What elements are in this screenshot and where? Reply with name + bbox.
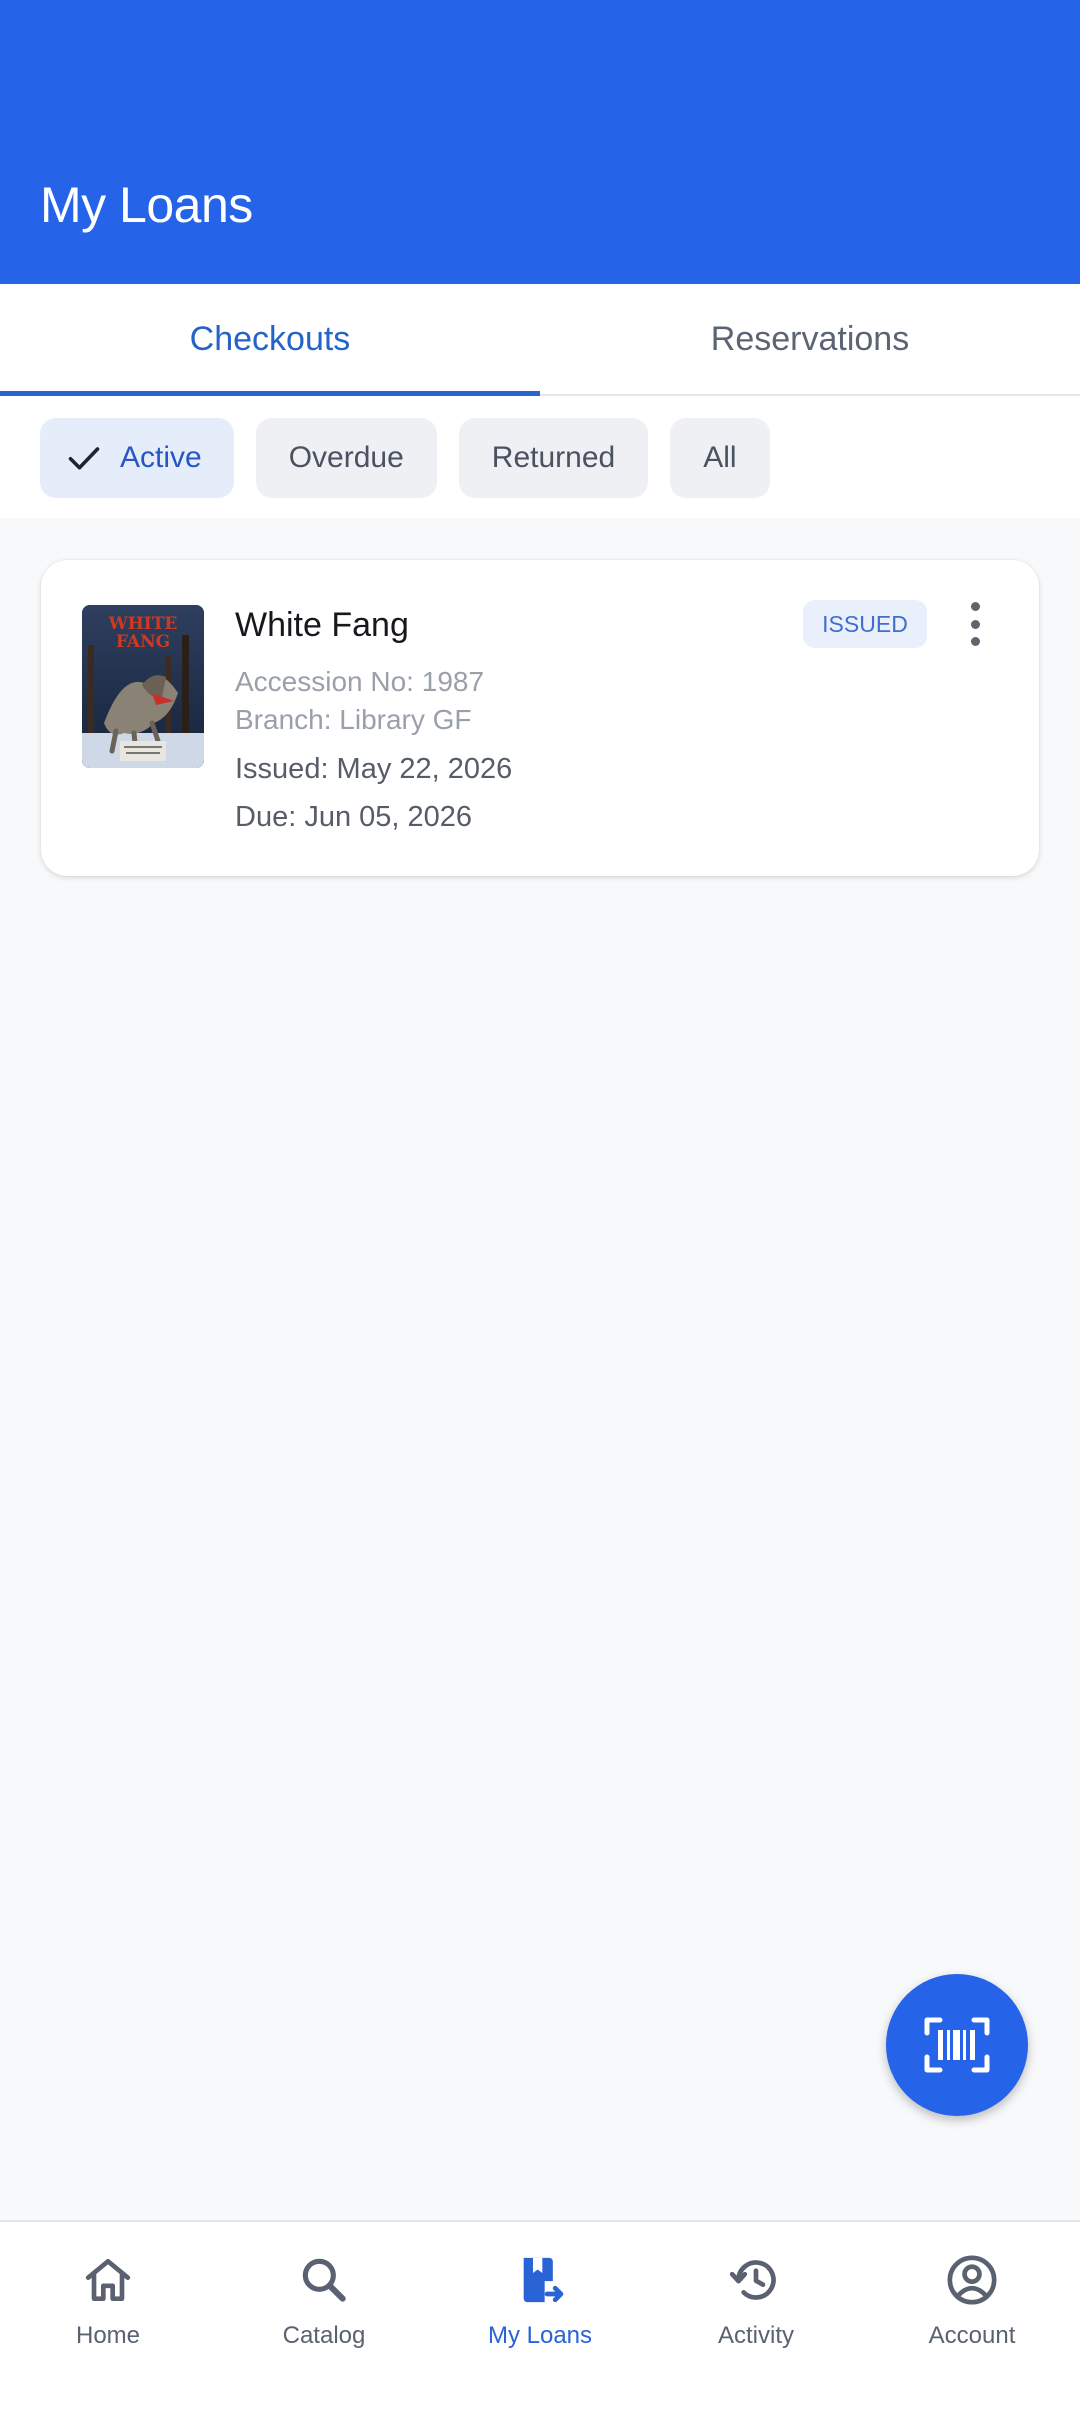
- nav-label: Account: [928, 2322, 1016, 2349]
- home-icon: [85, 2259, 131, 2301]
- app-bar: My Loans: [0, 0, 1080, 284]
- nav-account[interactable]: Account: [864, 2222, 1080, 2414]
- filter-chip-active[interactable]: Active: [40, 418, 234, 498]
- more-dot: [970, 619, 980, 629]
- more-options-icon[interactable]: [963, 602, 987, 646]
- page-title: My Loans: [40, 177, 253, 233]
- filter-chip-label: Overdue: [288, 441, 404, 474]
- due-date: Due: Jun 05, 2026: [235, 801, 473, 833]
- tab-bar: Checkouts Reservations: [0, 284, 1080, 396]
- more-dot: [970, 602, 980, 611]
- more-dot: [970, 637, 980, 646]
- app-screen: My Loans Checkouts Reservations Active O…: [0, 0, 1080, 2414]
- svg-text:FANG: FANG: [116, 632, 170, 652]
- filter-chip-overdue[interactable]: Overdue: [255, 418, 437, 498]
- nav-label: Home: [75, 2322, 141, 2349]
- tab-checkouts[interactable]: Checkouts: [0, 284, 540, 396]
- book-cover-image: WHITE FANG: [82, 605, 204, 768]
- loan-card[interactable]: WHITE FANG White Fang Accession No: 1987…: [41, 560, 1039, 876]
- branch-name: Branch: Library GF: [235, 704, 472, 735]
- svg-text:WHITE: WHITE: [108, 614, 178, 634]
- status-badge: ISSUED: [803, 600, 927, 648]
- book-title: White Fang: [235, 606, 409, 644]
- filter-chips: Active Overdue Returned All: [0, 396, 1080, 518]
- nav-home[interactable]: Home: [0, 2222, 216, 2414]
- nav-label: Activity: [717, 2322, 794, 2349]
- account-circle-icon: [947, 2255, 997, 2305]
- nav-my-loans[interactable]: My Loans: [432, 2222, 648, 2414]
- tab-reservations[interactable]: Reservations: [540, 284, 1080, 394]
- barcode-scan-icon: [924, 2017, 990, 2073]
- nav-catalog[interactable]: Catalog: [216, 2222, 432, 2414]
- filter-chip-all[interactable]: All: [670, 418, 770, 498]
- filter-chip-label: Returned: [491, 441, 616, 474]
- nav-label: My Loans: [487, 2322, 593, 2349]
- nav-label: Catalog: [282, 2322, 366, 2349]
- issued-date: Issued: May 22, 2026: [235, 753, 513, 785]
- filter-chip-label: Active: [120, 441, 202, 474]
- accession-number: Accession No: 1987: [235, 666, 485, 697]
- book-cover: WHITE FANG: [82, 605, 204, 768]
- bottom-navigation: Home Catalog My Loans Activity Account: [0, 2220, 1080, 2414]
- filter-chip-label: All: [703, 441, 737, 474]
- filter-chip-returned[interactable]: Returned: [458, 418, 649, 498]
- book-checkout-icon: [523, 2257, 564, 2303]
- scan-barcode-button[interactable]: [886, 1974, 1028, 2116]
- history-icon: [729, 2260, 776, 2300]
- nav-activity[interactable]: Activity: [648, 2222, 864, 2414]
- search-icon: [302, 2258, 346, 2302]
- check-icon: [68, 447, 100, 470]
